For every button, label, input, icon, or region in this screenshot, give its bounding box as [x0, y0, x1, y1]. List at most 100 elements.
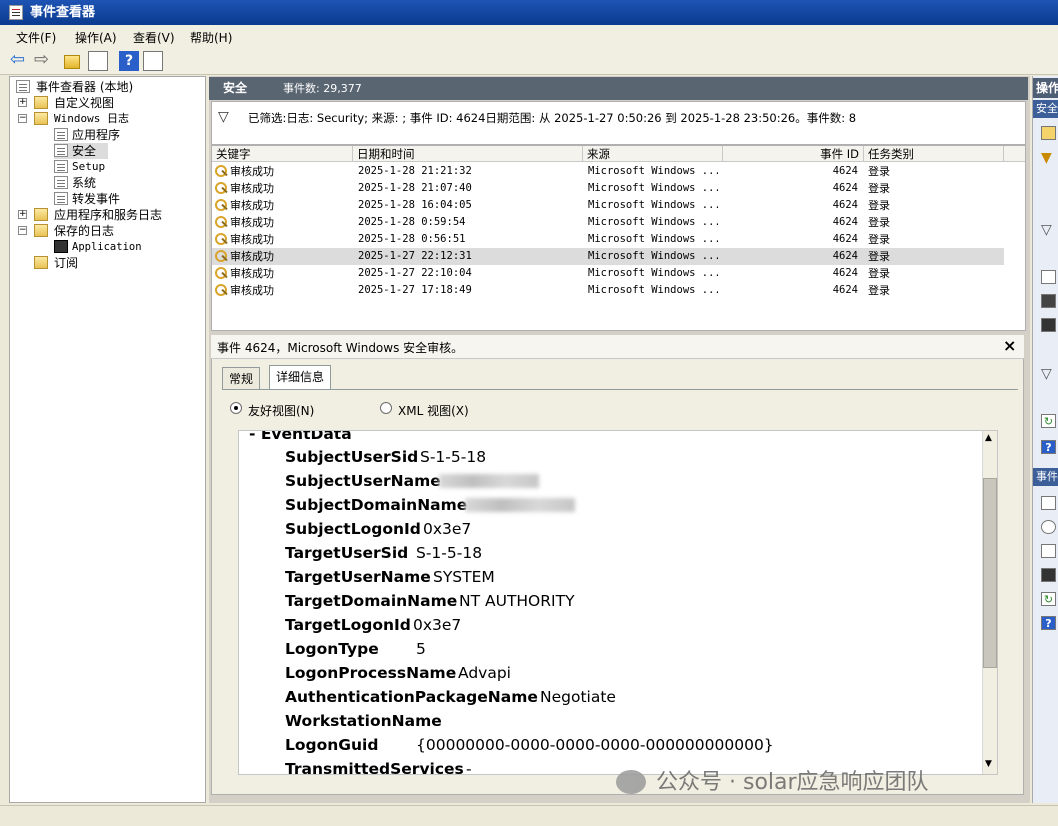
- refresh-icon[interactable]: ↻: [1041, 592, 1056, 606]
- column-header-event-id[interactable]: 事件 ID: [723, 146, 864, 162]
- menu-action[interactable]: 操作(A): [75, 29, 117, 46]
- clear-filter-icon[interactable]: ▽: [1041, 366, 1056, 382]
- keyword-label: 审核成功: [230, 233, 274, 246]
- actions-section-event[interactable]: 事件: [1033, 468, 1058, 486]
- cell-datetime: 2025-1-28 21:21:32: [358, 165, 472, 177]
- properties-icon[interactable]: [1041, 270, 1056, 284]
- tab-details[interactable]: 详细信息: [269, 365, 332, 389]
- help-icon[interactable]: ?: [1041, 616, 1056, 630]
- collapse-icon[interactable]: −: [18, 114, 27, 123]
- tab-general[interactable]: 常规: [222, 367, 261, 389]
- expand-icon[interactable]: +: [18, 210, 27, 219]
- cell-event-id: 4624: [832, 216, 858, 228]
- save-icon[interactable]: [1041, 318, 1056, 332]
- column-header-datetime[interactable]: 日期和时间: [353, 146, 583, 162]
- cell-datetime: 2025-1-28 0:56:51: [358, 233, 466, 245]
- key-icon: [214, 250, 228, 262]
- cell-datetime: 2025-1-28 0:59:54: [358, 216, 466, 228]
- radio-friendly-view[interactable]: [230, 402, 242, 414]
- title-bar: 事件查看器: [0, 0, 1058, 25]
- forward-arrow-icon[interactable]: ⇨: [34, 51, 54, 71]
- section-event-data[interactable]: - EventData: [249, 431, 352, 446]
- field-value: Negotiate: [540, 688, 616, 706]
- label-xml-view[interactable]: XML 视图(X): [398, 402, 469, 419]
- table-row[interactable]: 审核成功 2025-1-27 22:10:04 Microsoft Windows …: [212, 265, 1004, 282]
- create-custom-view-icon[interactable]: ▼: [1041, 150, 1056, 166]
- cell-keyword: 审核成功: [214, 197, 352, 214]
- attach-task-icon[interactable]: [1041, 520, 1056, 534]
- cell-source: Microsoft Windows ...: [588, 165, 718, 177]
- column-header-filler: [1004, 146, 1025, 162]
- refresh-icon[interactable]: ↻: [1041, 414, 1056, 428]
- copy-icon[interactable]: [1041, 544, 1056, 558]
- table-row[interactable]: 审核成功 2025-1-28 21:07:40 Microsoft Windows …: [212, 180, 1004, 197]
- field-name: LogonGuid: [285, 736, 379, 754]
- tree-item-label: 系统: [72, 176, 97, 190]
- wechat-logo-icon: [616, 770, 646, 794]
- redacted-value: [439, 474, 539, 488]
- scroll-up-icon[interactable]: ▲: [985, 433, 992, 443]
- help-icon[interactable]: ?: [119, 51, 139, 71]
- label-friendly-view[interactable]: 友好视图(N): [248, 402, 314, 419]
- table-row[interactable]: 审核成功 2025-1-28 0:56:51 Microsoft Windows .…: [212, 231, 1004, 248]
- tree-item-security[interactable]: 安全: [54, 143, 108, 159]
- column-header-task-category[interactable]: 任务类别: [864, 146, 1004, 162]
- tree-item-label: 应用程序和服务日志: [54, 208, 163, 222]
- field-value: NT AUTHORITY: [459, 592, 575, 610]
- tree-item-label: Application: [72, 241, 142, 253]
- cell-datetime: 2025-1-27 22:12:31: [358, 250, 472, 262]
- up-folder-icon[interactable]: [64, 55, 80, 69]
- open-saved-log-icon[interactable]: [1041, 126, 1056, 140]
- cell-source: Microsoft Windows ...: [588, 284, 718, 296]
- key-icon: [214, 233, 228, 245]
- tree-item-label: 保存的日志: [54, 224, 115, 238]
- collapse-icon[interactable]: −: [18, 226, 27, 235]
- field-value: Advapi: [458, 664, 511, 682]
- watermark: 公众号 · solar应急响应团队: [614, 766, 1034, 800]
- console-tree: 事件查看器 (本地) + 自定义视图 − Windows 日志 应用程序 安全 …: [9, 76, 206, 803]
- filter-bar: ▽ 已筛选:日志: Security; 来源: ; 事件 ID: 4624日期范…: [211, 101, 1026, 145]
- keyword-label: 审核成功: [230, 284, 274, 297]
- back-arrow-icon[interactable]: ⇦: [10, 51, 30, 71]
- close-icon[interactable]: ×: [1003, 336, 1016, 355]
- scrollbar-thumb[interactable]: [983, 478, 997, 668]
- table-row[interactable]: 审核成功 2025-1-28 0:59:54 Microsoft Windows .…: [212, 214, 1004, 231]
- menu-file[interactable]: 文件(F): [16, 29, 56, 46]
- event-viewer-icon: [16, 80, 30, 93]
- save-selected-icon[interactable]: [1041, 568, 1056, 582]
- field-name: SubjectLogonId: [285, 520, 421, 538]
- actions-pane: 操作 安全 ▼ ▽ ▽ ↻ ? 事件 ↻ ?: [1032, 76, 1058, 803]
- column-header-source[interactable]: 来源: [583, 146, 723, 162]
- show-hide-console-tree-icon[interactable]: [88, 51, 108, 71]
- field-name: LogonType: [285, 640, 379, 658]
- cell-event-id: 4624: [832, 284, 858, 296]
- actions-section-security[interactable]: 安全: [1033, 100, 1058, 118]
- keyword-label: 审核成功: [230, 182, 274, 195]
- show-hide-action-pane-icon[interactable]: [143, 51, 163, 71]
- find-icon[interactable]: [1041, 294, 1056, 308]
- field-value: S-1-5-18: [420, 448, 487, 466]
- filter-log-icon[interactable]: ▽: [1041, 222, 1056, 238]
- cell-keyword: 审核成功: [214, 248, 352, 265]
- table-row[interactable]: 审核成功 2025-1-27 22:12:31 Microsoft Windows …: [212, 248, 1004, 265]
- radio-xml-view[interactable]: [380, 402, 392, 414]
- toolbar: ⇦ ⇨ ?: [0, 47, 1058, 75]
- event-properties-icon[interactable]: [1041, 496, 1056, 510]
- help-icon[interactable]: ?: [1041, 440, 1056, 454]
- actions-header: 操作: [1033, 78, 1058, 98]
- field-value: 0x3e7: [423, 520, 472, 538]
- folder-icon: [34, 224, 48, 237]
- expand-icon[interactable]: +: [18, 98, 27, 107]
- tab-underline: [222, 389, 1018, 390]
- menu-help[interactable]: 帮助(H): [190, 29, 232, 46]
- table-row[interactable]: 审核成功 2025-1-28 16:04:05 Microsoft Windows …: [212, 197, 1004, 214]
- key-icon: [214, 216, 228, 228]
- table-row[interactable]: 审核成功 2025-1-27 17:18:49 Microsoft Windows …: [212, 282, 1004, 299]
- table-row[interactable]: 审核成功 2025-1-28 21:21:32 Microsoft Windows …: [212, 163, 1004, 180]
- cell-event-id: 4624: [832, 182, 858, 194]
- menu-view[interactable]: 查看(V): [133, 29, 175, 46]
- column-header-keyword[interactable]: 关键字: [212, 146, 353, 162]
- log-icon: [54, 144, 68, 157]
- cell-task-category: 登录: [868, 165, 890, 178]
- cell-source: Microsoft Windows ...: [588, 267, 718, 279]
